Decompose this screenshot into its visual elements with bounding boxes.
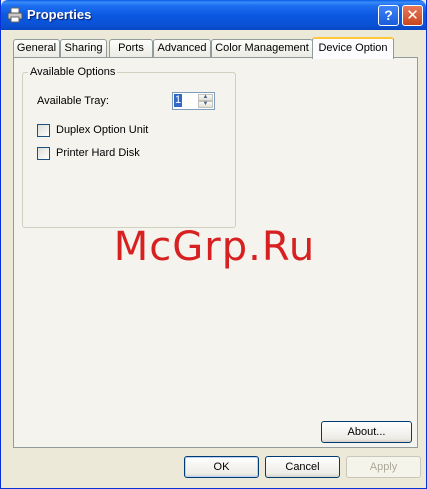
help-button[interactable]: ? [378,5,399,26]
tab-general[interactable]: General [13,39,60,57]
properties-window: Properties ? ✕ General Sharing Ports Adv… [0,0,427,489]
watermark: McGrp.Ru [113,224,316,270]
printer-hard-disk-checkbox[interactable] [37,147,50,160]
window-title: Properties [27,7,92,22]
tab-sharing[interactable]: Sharing [60,39,107,57]
group-label: Available Options [28,66,118,78]
duplex-option-label[interactable]: Duplex Option Unit [56,124,148,136]
spin-up-button[interactable]: ▲ [198,94,213,101]
printer-icon [7,7,23,23]
tray-value[interactable]: 1 [174,94,183,107]
close-button[interactable]: ✕ [402,5,423,26]
available-tray-spinner[interactable]: 1 ▲ ▼ [172,92,215,110]
about-button[interactable]: About... [321,421,412,443]
printer-hard-disk-label[interactable]: Printer Hard Disk [56,147,140,159]
tab-device-option[interactable]: Device Option [312,37,394,59]
apply-button: Apply [346,456,421,478]
tab-ports[interactable]: Ports [109,39,153,57]
spin-down-button[interactable]: ▼ [198,101,213,108]
tab-advanced[interactable]: Advanced [153,39,211,57]
title-bar[interactable]: Properties ? ✕ [1,0,426,30]
cancel-button[interactable]: Cancel [265,456,340,478]
tab-color-management[interactable]: Color Management [211,39,313,57]
ok-button[interactable]: OK [184,456,259,478]
duplex-option-checkbox[interactable] [37,124,50,137]
available-tray-label: Available Tray: [37,95,109,107]
